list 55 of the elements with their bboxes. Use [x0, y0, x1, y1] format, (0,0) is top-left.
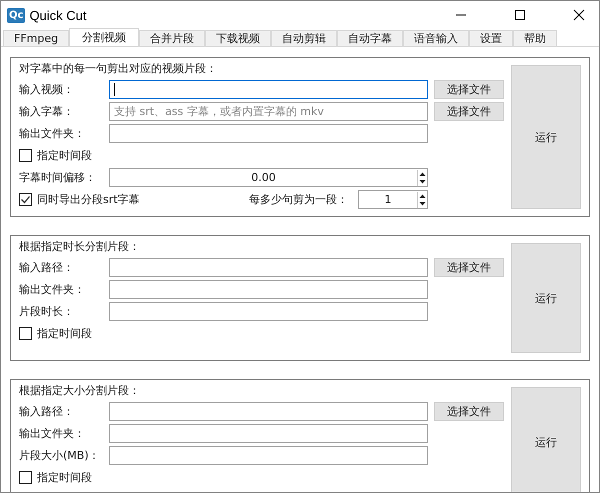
input-field[interactable]	[109, 258, 428, 277]
app-logo: Qc	[7, 8, 26, 22]
input-field[interactable]	[109, 402, 428, 421]
close-icon[interactable]	[573, 9, 585, 21]
field-label: 输入视频：	[19, 82, 75, 97]
section-title: 根据指定时长分割片段：	[19, 239, 141, 255]
field-label: 每多少句剪为一段：	[249, 192, 348, 207]
choose-file-button[interactable]: 选择文件	[434, 80, 504, 99]
checkbox[interactable]	[19, 193, 32, 206]
checkbox[interactable]	[19, 471, 32, 484]
tab[interactable]: 设置	[469, 30, 514, 46]
checkbox-label: 指定时间段	[37, 326, 92, 341]
field-label: 片段时长：	[19, 304, 75, 319]
checkbox-label: 同时导出分段srt字幕	[37, 192, 140, 207]
field-label: 输出文件夹：	[19, 426, 86, 441]
run-button[interactable]: 运行	[511, 65, 581, 209]
input-field[interactable]: 支持 srt、ass 字幕，或者内置字幕的 mkv	[109, 102, 428, 121]
input-field[interactable]	[109, 124, 428, 143]
spin-arrows-icon[interactable]	[417, 170, 427, 186]
input-field[interactable]	[109, 302, 428, 321]
field-label: 输入字幕：	[19, 104, 75, 119]
tab[interactable]: 自动剪辑	[271, 30, 338, 46]
field-label: 输入路径：	[19, 404, 75, 419]
number-field[interactable]: 1	[358, 190, 428, 209]
section-title: 对字幕中的每一句剪出对应的视频片段：	[19, 61, 218, 77]
checkbox-label: 指定时间段	[37, 470, 92, 485]
window-title: Quick Cut	[29, 8, 87, 22]
spin-arrows-icon[interactable]	[417, 192, 427, 208]
checkbox[interactable]	[19, 149, 32, 162]
number-field[interactable]: 0.00	[109, 168, 428, 187]
tab[interactable]: FFmpeg	[3, 30, 70, 46]
field-label: 输入路径：	[19, 260, 75, 275]
input-field[interactable]	[109, 80, 428, 99]
input-field[interactable]	[109, 424, 428, 443]
choose-file-button[interactable]: 选择文件	[434, 102, 504, 121]
tab[interactable]: 自动字幕	[337, 30, 404, 46]
field-label: 输出文件夹：	[19, 282, 86, 297]
tab[interactable]: 语音输入	[403, 30, 470, 46]
section-title: 根据指定大小分割片段：	[19, 383, 141, 399]
tab[interactable]: 分割视频	[69, 28, 140, 46]
input-field[interactable]	[109, 280, 428, 299]
field-label: 字幕时间偏移：	[19, 170, 97, 185]
run-button[interactable]: 运行	[511, 387, 581, 492]
field-label: 输出文件夹：	[19, 126, 86, 141]
checkbox-label: 指定时间段	[37, 148, 92, 163]
input-field[interactable]	[109, 446, 428, 465]
tab[interactable]: 下载视频	[205, 30, 272, 46]
choose-file-button[interactable]: 选择文件	[434, 258, 504, 277]
checkbox[interactable]	[19, 327, 32, 340]
field-label: 片段大小(MB)：	[19, 448, 101, 463]
tab[interactable]: 合并片段	[139, 30, 206, 46]
run-button[interactable]: 运行	[511, 243, 581, 353]
maximize-icon[interactable]	[514, 9, 526, 21]
choose-file-button[interactable]: 选择文件	[434, 402, 504, 421]
tab[interactable]: 帮助	[513, 30, 558, 46]
